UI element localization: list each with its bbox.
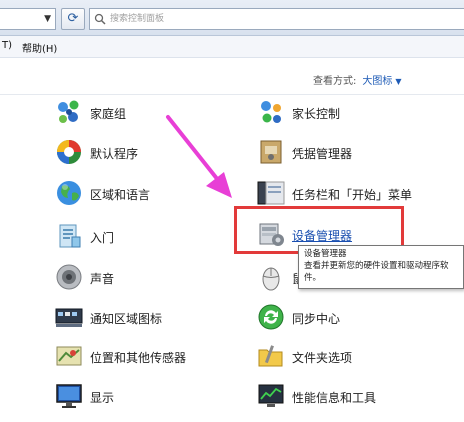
annotation-arrow-icon <box>166 115 232 198</box>
